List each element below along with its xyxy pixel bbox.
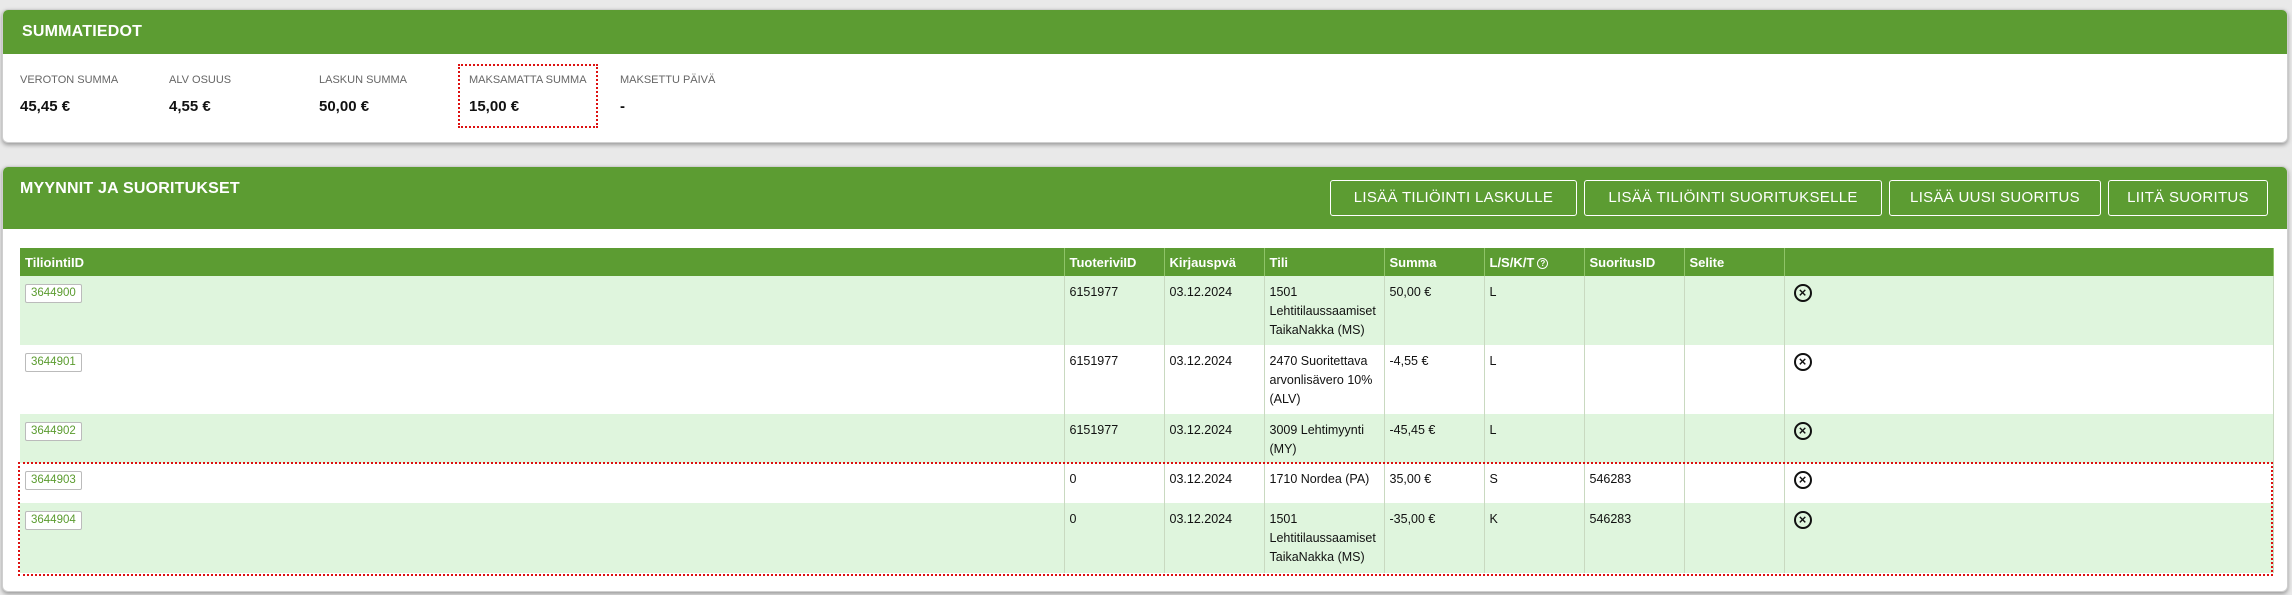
- posting-id-link[interactable]: 3644902: [25, 422, 82, 441]
- summary-label: MAKSETTU PÄIVÄ: [620, 74, 716, 86]
- column-header-actions: [1784, 248, 2274, 276]
- delete-icon[interactable]: ×: [1793, 422, 1812, 440]
- column-header-label: L/S/K/T: [1489, 254, 1535, 270]
- cell-account: 2470 Suoritettava arvonlisävero 10% (ALV…: [1264, 345, 1385, 414]
- cell-description: [1684, 345, 1785, 414]
- cell-account: 1501 Lehtitilaussaamiset TaikaNakka (MS): [1264, 503, 1385, 573]
- table-row: 3644902 6151977 03.12.2024 3009 Lehtimyy…: [20, 414, 2274, 463]
- posting-id-link[interactable]: 3644904: [25, 511, 82, 530]
- posting-id-link[interactable]: 3644903: [25, 471, 82, 490]
- summary-item-maksettu-paiva: MAKSETTU PÄIVÄ -: [620, 74, 715, 115]
- column-header[interactable]: Tili: [1264, 248, 1385, 276]
- cell-actions: ×: [1784, 503, 2274, 573]
- column-header-lskt[interactable]: L/S/K/T?: [1484, 248, 1585, 276]
- cell-description: [1684, 503, 1785, 573]
- delete-icon[interactable]: ×: [1793, 353, 1812, 371]
- cell-account: 3009 Lehtimyynti (MY): [1264, 414, 1385, 463]
- cell-amount: 50,00 €: [1384, 276, 1485, 345]
- cell-account: 1501 Lehtitilaussaamiset TaikaNakka (MS): [1264, 276, 1385, 345]
- table-row: 3644901 6151977 03.12.2024 2470 Suoritet…: [20, 345, 2274, 414]
- add-posting-invoice-button[interactable]: LISÄÄ TILIÖINTI LASKULLE: [1330, 180, 1577, 216]
- summary-value: -: [620, 98, 625, 115]
- column-header[interactable]: Selite: [1684, 248, 1785, 276]
- delete-icon[interactable]: ×: [1793, 284, 1812, 302]
- cell-tuoterivi: 0: [1064, 503, 1165, 573]
- column-header[interactable]: SuoritusID: [1584, 248, 1685, 276]
- table-row: 3644903 0 03.12.2024 1710 Nordea (PA) 35…: [20, 463, 2274, 503]
- summary-value: 50,00 €: [319, 98, 370, 115]
- cell-payment-id: [1584, 345, 1685, 414]
- cell-payment-id: 546283: [1584, 463, 1685, 503]
- column-header[interactable]: Kirjauspvä: [1164, 248, 1265, 276]
- add-new-payment-button[interactable]: LISÄÄ UUSI SUORITUS: [1889, 180, 2101, 216]
- sales-header: MYYNNIT JA SUORITUKSET LISÄÄ TILIÖINTI L…: [3, 167, 2287, 229]
- cell-tuoterivi: 0: [1064, 463, 1165, 503]
- cell-date: 03.12.2024: [1164, 463, 1265, 503]
- summary-label: LASKUN SUMMA: [319, 74, 408, 86]
- column-header[interactable]: TiliointiID: [20, 248, 1065, 276]
- delete-icon[interactable]: ×: [1793, 511, 1812, 529]
- question-circle-icon[interactable]: ?: [1537, 257, 1549, 269]
- summary-panel: SUMMATIEDOT VEROTON SUMMA 45,45 € ALV OS…: [2, 9, 2288, 143]
- summary-value: 4,55 €: [169, 98, 211, 115]
- postings-table: TiliointiID TuoteriviID Kirjauspvä Tili …: [20, 248, 2274, 573]
- cell-amount: 35,00 €: [1384, 463, 1485, 503]
- delete-icon[interactable]: ×: [1793, 471, 1812, 489]
- cell-description: [1684, 276, 1785, 345]
- cell-description: [1684, 463, 1785, 503]
- summary-label: VEROTON SUMMA: [20, 74, 119, 86]
- cell-actions: ×: [1784, 345, 2274, 414]
- cell-lskt: S: [1484, 463, 1585, 503]
- summary-item-laskun-summa: LASKUN SUMMA 50,00 €: [319, 74, 407, 115]
- cell-id: 3644902: [20, 414, 1065, 463]
- cell-payment-id: [1584, 414, 1685, 463]
- column-header[interactable]: Summa: [1384, 248, 1485, 276]
- posting-id-link[interactable]: 3644901: [25, 353, 82, 372]
- table-row: 3644900 6151977 03.12.2024 1501 Lehtitil…: [20, 276, 2274, 345]
- cell-id: 3644904: [20, 503, 1065, 573]
- cell-lskt: L: [1484, 276, 1585, 345]
- cell-payment-id: 546283: [1584, 503, 1685, 573]
- attach-payment-button[interactable]: LIITÄ SUORITUS: [2108, 180, 2268, 216]
- cell-tuoterivi: 6151977: [1064, 345, 1165, 414]
- cell-amount: -4,55 €: [1384, 345, 1485, 414]
- cell-date: 03.12.2024: [1164, 503, 1265, 573]
- cell-amount: -45,45 €: [1384, 414, 1485, 463]
- cell-date: 03.12.2024: [1164, 276, 1265, 345]
- cell-amount: -35,00 €: [1384, 503, 1485, 573]
- cell-date: 03.12.2024: [1164, 414, 1265, 463]
- posting-id-link[interactable]: 3644900: [25, 284, 82, 303]
- column-header[interactable]: TuoteriviID: [1064, 248, 1165, 276]
- cell-tuoterivi: 6151977: [1064, 414, 1165, 463]
- cell-tuoterivi: 6151977: [1064, 276, 1165, 345]
- summary-label: ALV OSUUS: [169, 74, 232, 86]
- cell-actions: ×: [1784, 414, 2274, 463]
- cell-actions: ×: [1784, 276, 2274, 345]
- cell-id: 3644900: [20, 276, 1065, 345]
- summary-title: SUMMATIEDOT: [3, 10, 2287, 54]
- sales-panel: MYYNNIT JA SUORITUKSET LISÄÄ TILIÖINTI L…: [2, 166, 2288, 592]
- table-header-row: TiliointiID TuoteriviID Kirjauspvä Tili …: [20, 248, 2274, 276]
- cell-actions: ×: [1784, 463, 2274, 503]
- sales-title: MYYNNIT JA SUORITUKSET: [20, 180, 240, 197]
- cell-id: 3644901: [20, 345, 1065, 414]
- summary-value: 45,45 €: [20, 98, 71, 115]
- cell-date: 03.12.2024: [1164, 345, 1265, 414]
- highlight-box-unpaid: [458, 64, 598, 128]
- cell-lskt: L: [1484, 345, 1585, 414]
- table-row: 3644904 0 03.12.2024 1501 Lehtitilaussaa…: [20, 503, 2274, 573]
- add-posting-payment-button[interactable]: LISÄÄ TILIÖINTI SUORITUKSELLE: [1584, 180, 1882, 216]
- summary-item-alv: ALV OSUUS 4,55 €: [169, 74, 231, 115]
- cell-description: [1684, 414, 1785, 463]
- cell-lskt: K: [1484, 503, 1585, 573]
- cell-lskt: L: [1484, 414, 1585, 463]
- cell-account: 1710 Nordea (PA): [1264, 463, 1385, 503]
- summary-item-veroton: VEROTON SUMMA 45,45 €: [20, 74, 118, 115]
- cell-payment-id: [1584, 276, 1685, 345]
- cell-id: 3644903: [20, 463, 1065, 503]
